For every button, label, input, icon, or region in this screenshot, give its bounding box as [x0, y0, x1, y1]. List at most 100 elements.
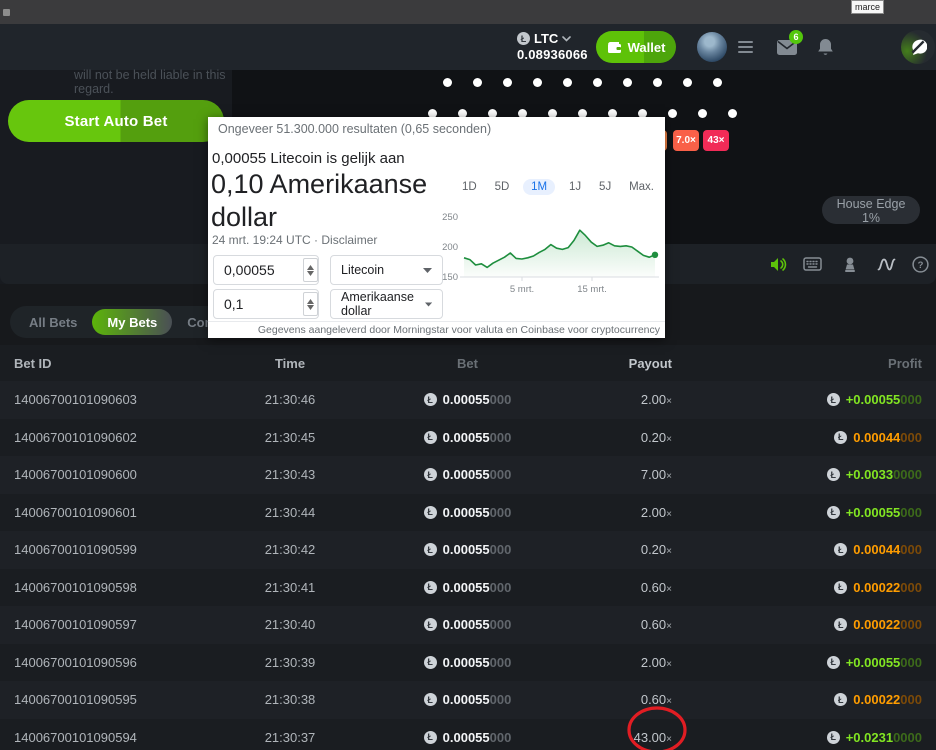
- select-caret-icon: [423, 268, 432, 273]
- bet-time: 21:30:45: [220, 430, 360, 445]
- balance-value: 0.08936066: [517, 47, 588, 62]
- table-body: 14006700101090603 21:30:46 Ł0.00055000 2…: [0, 381, 936, 750]
- plinko-peg: [668, 109, 677, 118]
- bet-time: 21:30:39: [220, 655, 360, 670]
- data-attribution: Gegevens aangeleverd door Morningstar vo…: [208, 321, 665, 338]
- bet-time: 21:30:46: [220, 392, 360, 407]
- bet-profit: Ł+0.00055000: [680, 505, 936, 520]
- select-caret-icon: [425, 302, 432, 307]
- disclaimer-text: will not be held liable in this regard.: [74, 68, 244, 96]
- chart-tab-5d[interactable]: 5D: [491, 179, 514, 195]
- ltc-coin-icon: Ł: [424, 506, 437, 519]
- volume-icon[interactable]: [768, 254, 788, 274]
- table-row[interactable]: 14006700101090600 21:30:43 Ł0.00055000 7…: [0, 456, 936, 494]
- browser-title-bar: [0, 0, 936, 24]
- currency-from-select[interactable]: Litecoin: [330, 255, 443, 285]
- currency-to-value: Amerikaanse dollar: [341, 290, 425, 318]
- bet-time: 21:30:42: [220, 542, 360, 557]
- bet-id: 14006700101090597: [0, 617, 220, 632]
- ltc-coin-icon: Ł: [834, 543, 847, 556]
- chevron-down-icon: [562, 36, 571, 42]
- bet-profit: Ł+0.02310000: [680, 730, 936, 745]
- ltc-coin-icon: Ł: [424, 656, 437, 669]
- price-chart[interactable]: 2502001505 mrt.15 mrt.: [436, 205, 665, 315]
- timestamp-text: 24 mrt. 19:24 UTC ·: [212, 233, 321, 247]
- bet-amount: Ł0.00055000: [360, 542, 575, 557]
- bet-payout: 43.00×: [575, 730, 680, 745]
- table-row[interactable]: 14006700101090595 21:30:38 Ł0.00055000 0…: [0, 681, 936, 719]
- table-row[interactable]: 14006700101090602 21:30:45 Ł0.00055000 0…: [0, 419, 936, 457]
- amount-to-stepper[interactable]: [303, 292, 318, 316]
- ltc-coin-icon: Ł: [834, 618, 847, 631]
- chart-last-point: [652, 252, 658, 258]
- bet-time: 21:30:41: [220, 580, 360, 595]
- svg-text:150: 150: [442, 272, 458, 283]
- game-info-icon[interactable]: ?: [910, 254, 930, 274]
- notifications-button[interactable]: [817, 38, 834, 62]
- live-stats-icon[interactable]: [876, 254, 896, 274]
- user-menu-icon[interactable]: [738, 41, 753, 56]
- bet-amount: Ł0.00055000: [360, 655, 575, 670]
- house-edge-button[interactable]: House Edge 1%: [822, 196, 920, 224]
- conversion-subtitle: 0,00055 Litecoin is gelijk aan: [212, 150, 405, 167]
- bet-id: 14006700101090601: [0, 505, 220, 520]
- table-row[interactable]: 14006700101090594 21:30:37 Ł0.00055000 4…: [0, 719, 936, 750]
- hotkeys-icon[interactable]: [802, 254, 822, 274]
- bet-amount: Ł0.00055000: [360, 692, 575, 707]
- table-row[interactable]: 14006700101090596 21:30:39 Ł0.00055000 2…: [0, 644, 936, 682]
- plinko-peg: [473, 78, 482, 87]
- table-row[interactable]: 14006700101090601 21:30:44 Ł0.00055000 2…: [0, 494, 936, 532]
- svg-text:200: 200: [442, 242, 458, 253]
- plinko-peg: [653, 78, 662, 87]
- browser-tooltip: marce: [851, 0, 884, 14]
- bet-amount: Ł0.00055000: [360, 505, 575, 520]
- bets-tab-my-bets[interactable]: My Bets: [92, 309, 172, 335]
- bet-payout: 7.00×: [575, 467, 680, 482]
- table-row[interactable]: 14006700101090597 21:30:40 Ł0.00055000 0…: [0, 606, 936, 644]
- disclaimer-link[interactable]: Disclaimer: [321, 233, 377, 247]
- table-row[interactable]: 14006700101090598 21:30:41 Ł0.00055000 0…: [0, 569, 936, 607]
- chart-range-tabs: 1D 5D 1M 1J 5J Max.: [458, 179, 658, 195]
- bet-payout: 2.00×: [575, 655, 680, 670]
- table-row[interactable]: 14006700101090599 21:30:42 Ł0.00055000 0…: [0, 531, 936, 569]
- bet-payout: 2.00×: [575, 505, 680, 520]
- bet-profit: Ł+0.00055000: [680, 392, 936, 407]
- ltc-coin-icon: Ł: [834, 693, 847, 706]
- wallet-button[interactable]: Wallet: [596, 31, 676, 63]
- svg-text:?: ?: [917, 260, 923, 271]
- svg-text:250: 250: [442, 212, 458, 223]
- col-header-bet-id: Bet ID: [0, 356, 220, 371]
- table-row[interactable]: 14006700101090603 21:30:46 Ł0.00055000 2…: [0, 381, 936, 419]
- ltc-coin-icon: Ł: [424, 731, 437, 744]
- bet-id: 14006700101090602: [0, 430, 220, 445]
- chart-tab-1d[interactable]: 1D: [458, 179, 481, 195]
- ltc-coin-icon: Ł: [424, 393, 437, 406]
- currency-to-select[interactable]: Amerikaanse dollar: [330, 289, 443, 319]
- avatar[interactable]: [697, 32, 727, 62]
- start-auto-bet-button[interactable]: Start Auto Bet: [8, 100, 224, 142]
- currency-selector[interactable]: Ł LTC 0.08936066: [517, 31, 588, 62]
- site-header: Ł LTC 0.08936066 Wallet 6: [0, 24, 936, 70]
- plinko-peg: [593, 78, 602, 87]
- chart-tab-1j[interactable]: 1J: [565, 179, 585, 195]
- chart-tab-1m[interactable]: 1M: [523, 179, 555, 195]
- ltc-coin-icon: Ł: [834, 581, 847, 594]
- ltc-coin-icon: Ł: [827, 468, 840, 481]
- bet-profit: Ł0.00022000: [680, 580, 936, 595]
- wallet-icon: [607, 41, 622, 54]
- fairness-icon[interactable]: [840, 254, 860, 274]
- plinko-peg: [713, 78, 722, 87]
- wallet-button-label: Wallet: [628, 40, 666, 55]
- chat-toggle-button[interactable]: [901, 30, 935, 64]
- bet-payout: 0.60×: [575, 580, 680, 595]
- bet-payout: 2.00×: [575, 392, 680, 407]
- ltc-coin-icon: Ł: [517, 32, 530, 45]
- mail-badge: 6: [789, 30, 803, 44]
- bets-tab-all-bets[interactable]: All Bets: [14, 309, 92, 335]
- chart-tab-max[interactable]: Max.: [625, 179, 658, 195]
- chart-tab-5j[interactable]: 5J: [595, 179, 615, 195]
- bet-time: 21:30:38: [220, 692, 360, 707]
- amount-from-stepper[interactable]: [303, 258, 318, 282]
- ltc-coin-icon: Ł: [827, 656, 840, 669]
- col-header-bet: Bet: [360, 356, 575, 371]
